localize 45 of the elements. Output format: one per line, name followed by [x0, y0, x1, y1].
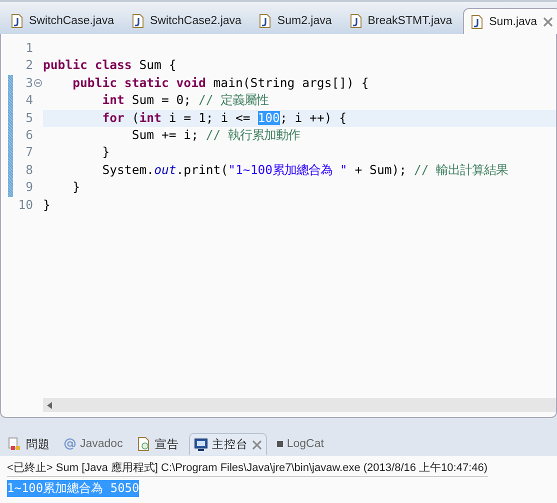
java-file-icon	[11, 14, 23, 28]
code-line: }	[72, 179, 82, 196]
view-tab[interactable]: 主控台	[188, 433, 267, 455]
editor-tab[interactable]: SwitchCase.java	[4, 8, 122, 34]
code-line: public static void main(String args[]) {	[72, 74, 370, 92]
view-tab[interactable]: Javadoc	[60, 435, 127, 453]
line-number: 10	[17, 196, 33, 214]
line-number: 7	[24, 144, 33, 162]
line-number: 3	[24, 74, 33, 92]
line-number: 5	[24, 110, 33, 127]
line-number: 2	[24, 57, 33, 74]
collapse-icon[interactable]	[34, 79, 42, 88]
problems-icon	[8, 437, 22, 451]
view-tab[interactable]: LogCat	[272, 435, 328, 453]
close-icon[interactable]	[252, 440, 262, 450]
code-line: System.out.print("1~100累加總合為 " + Sum); // 輸出計算結果	[101, 162, 510, 179]
code-line: public class Sum {	[43, 57, 178, 74]
view-tab[interactable]: 宣告	[132, 434, 183, 454]
line-number: 4	[24, 92, 33, 110]
java-file-icon	[259, 14, 272, 28]
java-file-icon	[350, 14, 362, 28]
left-arrow-icon[interactable]	[47, 402, 52, 408]
line-number: 8	[24, 162, 33, 179]
editor-tab[interactable]: BreakSTMT.java	[342, 8, 460, 34]
code-line: }	[101, 144, 111, 162]
editor-tab[interactable]: Sum.java	[463, 8, 557, 34]
java-file-icon	[132, 14, 144, 28]
view-tab[interactable]: 問題	[4, 434, 54, 454]
close-icon[interactable]	[543, 16, 554, 26]
console-output: 1~100累加總合為 5050	[7, 480, 140, 497]
code-line: Sum += i; // 執行累加動作	[130, 126, 302, 144]
code-line: }	[43, 196, 52, 214]
java-file-icon	[471, 14, 484, 28]
editor-tab[interactable]: SwitchCase2.java	[125, 8, 248, 34]
horizontal-scrollbar[interactable]	[43, 398, 556, 412]
line-number: 9	[24, 179, 33, 196]
console-status: <已終止> Sum [Java 應用程式] C:\Program Files\Java\jre7\bin\javaw.exe (2013/8/16 上午10:47:46)	[7, 460, 488, 477]
line-number: 6	[24, 126, 33, 144]
square-icon	[276, 441, 283, 447]
line-number: 1	[24, 40, 33, 57]
monitor-icon	[194, 438, 208, 452]
code-line: int Sum = 0; // 定義屬性	[101, 92, 270, 110]
at-sign-icon	[64, 438, 76, 450]
declaration-icon	[136, 437, 151, 451]
editor-tab[interactable]: Sum2.java	[252, 8, 339, 34]
